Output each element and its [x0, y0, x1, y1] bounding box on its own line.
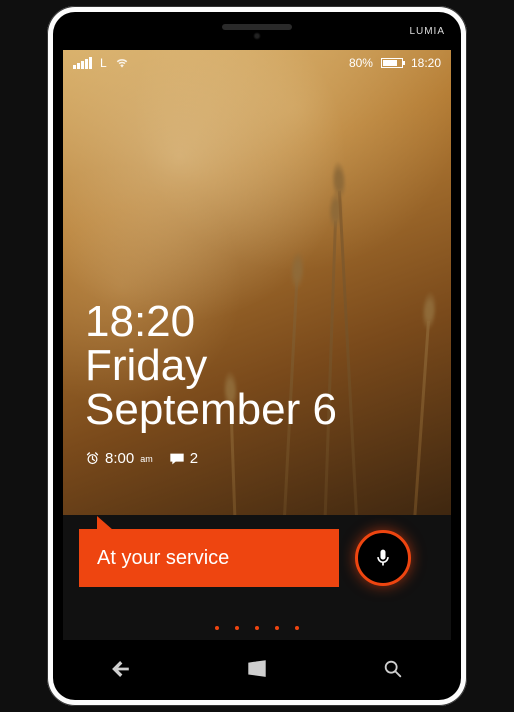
message-indicator: 2 [169, 450, 198, 467]
dot [215, 626, 219, 630]
search-icon [382, 658, 404, 680]
dot [235, 626, 239, 630]
lock-time: 18:20 [85, 300, 337, 344]
battery-percent: 80% [349, 56, 373, 70]
message-icon [169, 452, 185, 466]
mic-icon [373, 548, 393, 568]
battery-icon [381, 58, 403, 68]
wifi-icon [115, 58, 129, 68]
battery-fill [383, 60, 397, 66]
start-button[interactable] [246, 658, 268, 685]
brand-label: LUMIA [409, 26, 445, 37]
lock-date: September 6 [85, 388, 337, 432]
dot [275, 626, 279, 630]
network-label: L [100, 56, 107, 70]
assistant-speech-bubble[interactable]: At your service [79, 529, 339, 587]
front-camera [253, 32, 261, 40]
lock-datetime: 18:20 Friday September 6 [85, 300, 337, 432]
mic-button[interactable] [355, 530, 411, 586]
screen[interactable]: L 80% 18:20 18:20 Friday September 6 [63, 50, 451, 640]
phone-body: LUMIA L 80 [53, 12, 461, 700]
phone-frame: LUMIA L 80 [47, 6, 467, 706]
message-count: 2 [190, 450, 198, 467]
status-bar: L 80% 18:20 [63, 50, 451, 76]
cell-signal-icon [73, 57, 92, 69]
page-dots [63, 626, 451, 630]
lock-day: Friday [85, 344, 337, 388]
alarm-ampm: am [140, 454, 153, 464]
back-button[interactable] [110, 658, 132, 685]
assistant-bar: At your service [63, 515, 451, 640]
assistant-text: At your service [97, 547, 229, 570]
lock-info-bar: 8:00 am 2 [85, 450, 198, 467]
alarm-icon [85, 451, 100, 466]
nav-bar [53, 642, 461, 700]
earpiece [222, 24, 292, 30]
alarm-indicator: 8:00 am [85, 450, 153, 467]
search-button[interactable] [382, 658, 404, 685]
status-clock: 18:20 [411, 56, 441, 70]
dot [295, 626, 299, 630]
windows-icon [246, 658, 268, 680]
dot [255, 626, 259, 630]
back-icon [110, 658, 132, 680]
alarm-time: 8:00 [105, 450, 134, 467]
